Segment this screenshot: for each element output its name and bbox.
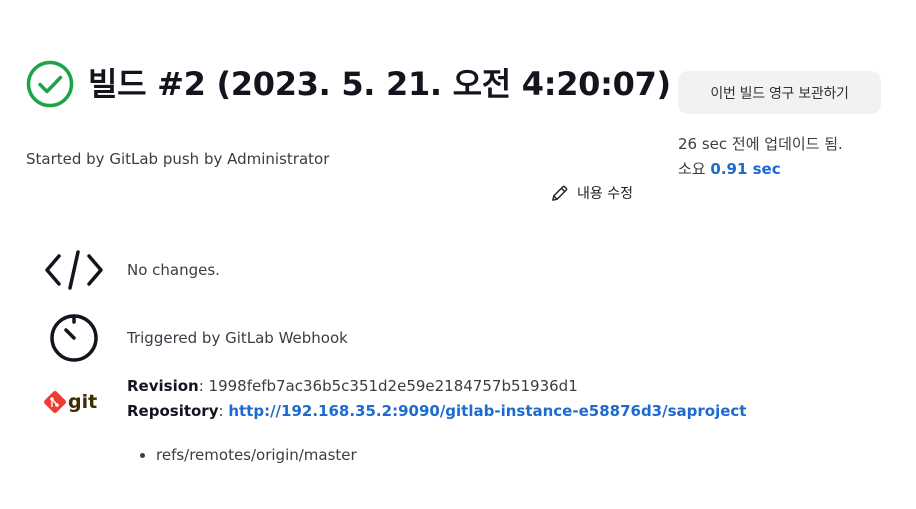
success-check-circle-icon bbox=[26, 60, 74, 108]
repository-link[interactable]: http://192.168.35.2:9090/gitlab-instance… bbox=[228, 402, 746, 420]
git-logo: git bbox=[44, 391, 97, 413]
timer-icon bbox=[50, 314, 98, 362]
changes-text: No changes. bbox=[127, 261, 220, 279]
svg-text:git: git bbox=[68, 391, 97, 413]
updated-ago-text: 26 sec 전에 업데이드 됨. bbox=[678, 135, 843, 153]
branch-list: refs/remotes/origin/master bbox=[136, 444, 357, 466]
edit-description-label: 내용 수정 bbox=[577, 186, 633, 202]
edit-description-button[interactable]: 내용 수정 bbox=[550, 183, 633, 203]
list-item: refs/remotes/origin/master bbox=[156, 444, 357, 466]
repository-line: Repository: http://192.168.35.2:9090/git… bbox=[127, 402, 747, 420]
revision-line: Revision: 1998fefb7ac36b5c351d2e59e21847… bbox=[127, 377, 578, 395]
repository-label: Repository bbox=[127, 402, 219, 420]
started-by-text: Started by GitLab push by Administrator bbox=[26, 150, 330, 168]
duration-line: 소요 0.91 sec bbox=[678, 157, 781, 181]
revision-label: Revision bbox=[127, 377, 199, 395]
duration-label: 소요 bbox=[678, 160, 706, 178]
page-title: 빌드 #2 (2023. 5. 21. 오전 4:20:07) bbox=[88, 65, 671, 103]
pencil-icon bbox=[552, 185, 568, 201]
code-icon bbox=[45, 250, 103, 290]
trigger-text: Triggered by GitLab Webhook bbox=[127, 329, 348, 347]
revision-value: 1998fefb7ac36b5c351d2e59e2184757b51936d1 bbox=[208, 377, 578, 395]
duration-value: 0.91 sec bbox=[710, 160, 781, 178]
keep-build-forever-button[interactable]: 이번 빌드 영구 보관하기 bbox=[678, 71, 881, 114]
